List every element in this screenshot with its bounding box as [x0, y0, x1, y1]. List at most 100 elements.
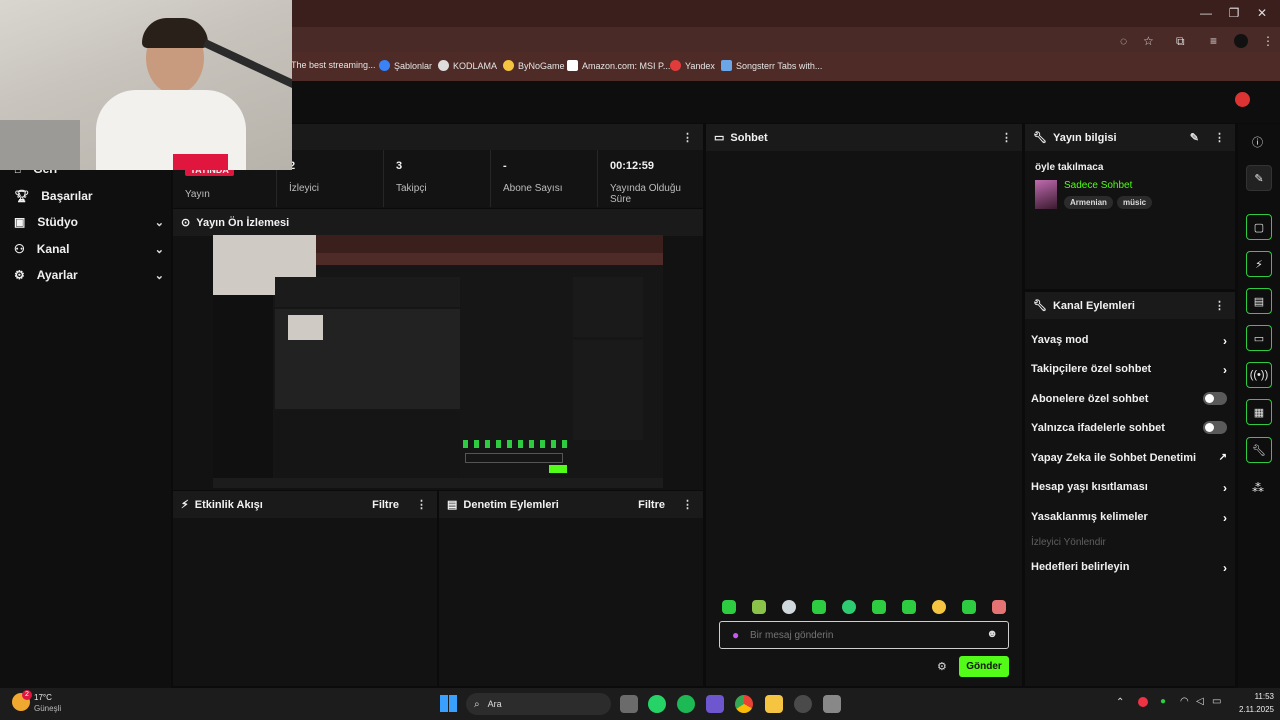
document-icon[interactable]: ▤ [1246, 288, 1272, 314]
tray-chevron-up-icon[interactable]: ⌃ [1116, 697, 1124, 708]
action-ai-moderation[interactable]: Yapay Zeka ile Sohbet Denetimi ↗ [1031, 452, 1227, 464]
weather-desc: Güneşli [34, 704, 62, 713]
tag-chip[interactable]: Armenian [1064, 196, 1113, 209]
emote-only-toggle[interactable] [1203, 421, 1227, 434]
sidebar-item-studio[interactable]: ▣ Stüdyo ⌄ [14, 215, 164, 229]
emote-icon[interactable] [842, 600, 856, 614]
maximize-icon[interactable]: ❐ [1224, 6, 1244, 20]
info-icon[interactable]: ⓘ [1252, 134, 1263, 150]
bolt-icon[interactable]: ⚡︎ [1246, 251, 1272, 277]
category-thumbnail[interactable] [1035, 180, 1057, 209]
file-explorer-icon[interactable] [765, 695, 783, 713]
clock-time[interactable]: 11:53 [1234, 692, 1274, 701]
subscribers-only-toggle[interactable] [1203, 392, 1227, 405]
sidebar-item-channel[interactable]: ⚇ Kanal ⌄ [14, 242, 164, 256]
activity-feed-header: ⚡︎ Etkinlik Akışı Filtre ⋮ [173, 491, 437, 518]
bookmark-item[interactable]: Songsterr Tabs with... [721, 60, 822, 71]
action-host-viewers: İzleyici Yönlendir [1031, 537, 1106, 548]
battery-icon[interactable]: ▭ [1212, 696, 1221, 707]
moderation-filter-button[interactable]: Filtre [638, 499, 665, 511]
chat-bubble-icon[interactable]: ▭ [1246, 325, 1272, 351]
kebab-menu-icon[interactable]: ⋮ [682, 131, 693, 144]
whatsapp-icon[interactable] [648, 695, 666, 713]
send-button[interactable]: Gönder [959, 656, 1009, 677]
bookmark-item[interactable]: Yandex [670, 60, 715, 71]
windows-start-icon[interactable] [440, 695, 457, 712]
sidebar-item-settings[interactable]: ⚙ Ayarlar ⌄ [14, 268, 164, 282]
action-slow-mode[interactable]: Yavaş mod › [1031, 334, 1227, 348]
trophy-icon: 🏆︎ [14, 189, 30, 203]
edit-layout-icon[interactable]: ✎ [1246, 165, 1272, 191]
media-icon[interactable]: ≡ [1210, 34, 1217, 48]
emote-icon[interactable] [782, 600, 796, 614]
action-emote-only[interactable]: Yalnızca ifadelerle sohbet [1031, 421, 1227, 434]
bookmark-item[interactable]: KODLAMA [438, 60, 497, 71]
action-account-age[interactable]: Hesap yaşı kısıtlaması › [1031, 481, 1227, 495]
emote-icon[interactable] [812, 600, 826, 614]
microphone-icon[interactable]: ● [732, 628, 739, 642]
eye-off-icon[interactable]: ◌ [1120, 34, 1127, 48]
task-view-icon[interactable] [620, 695, 638, 713]
tray-microphone-icon[interactable]: ● [1160, 696, 1166, 707]
bookmark-item[interactable]: Şablonlar [379, 60, 432, 71]
chrome-icon[interactable] [735, 695, 753, 713]
browser-menu-icon[interactable]: ⋮ [1262, 34, 1274, 48]
kebab-menu-icon[interactable]: ⋮ [1214, 299, 1225, 312]
chat-settings-gear-icon[interactable]: ⚙ [937, 660, 947, 673]
bookmark-item[interactable]: Amazon.com: MSI P... [567, 60, 670, 71]
tray-app-icon[interactable] [1138, 697, 1148, 707]
profile-avatar[interactable] [1234, 34, 1248, 48]
taskbar-search[interactable]: ⌕ Ara [466, 693, 611, 715]
spotify-icon[interactable] [677, 695, 695, 713]
stream-category[interactable]: Sadece Sohbet [1064, 180, 1132, 191]
emote-icon[interactable] [752, 600, 766, 614]
broadcast-icon[interactable]: ((•)) [1246, 362, 1272, 388]
wifi-icon[interactable]: ◠ [1180, 696, 1189, 707]
wrench-icon[interactable]: 🔧︎ [1246, 437, 1272, 463]
emote-icon[interactable] [932, 600, 946, 614]
weather-badge: 2 [22, 690, 32, 700]
chat-input-box[interactable]: ● ☻ [719, 621, 1009, 649]
bookmark-item[interactable]: ByNoGame [503, 60, 565, 71]
emote-icon[interactable] [722, 600, 736, 614]
weather-temp: 17°C [34, 693, 52, 702]
app-icon[interactable] [706, 695, 724, 713]
stream-preview-video[interactable] [213, 235, 663, 488]
scan-icon[interactable]: ▢ [1246, 214, 1272, 240]
emote-icon[interactable] [992, 600, 1006, 614]
sidebar-item-achievements[interactable]: 🏆︎ Başarılar [14, 189, 164, 203]
tag-chip[interactable]: müsic [1117, 196, 1153, 209]
action-subscribers-only[interactable]: Abonelere özel sohbet [1031, 392, 1227, 405]
bookmark-item[interactable]: The best streaming... [291, 60, 376, 70]
emoji-icon[interactable]: ☻ [986, 628, 998, 640]
action-banned-words[interactable]: Yasaklanmış kelimeler › [1031, 511, 1227, 525]
action-set-goals[interactable]: Hedefleri belirleyin › [1031, 561, 1227, 575]
wrench-icon: 🔧︎ [1033, 132, 1047, 144]
moderation-header: ▤ Denetim Eylemleri Filtre ⋮ [439, 491, 703, 518]
wrench-icon: 🔧︎ [1033, 300, 1047, 312]
minimize-icon[interactable]: — [1196, 6, 1216, 20]
edit-pencil-icon[interactable]: ✎ [1190, 131, 1199, 144]
activity-filter-button[interactable]: Filtre [372, 499, 399, 511]
bookmark-star-icon[interactable]: ☆ [1143, 34, 1154, 48]
app-icon[interactable] [823, 695, 841, 713]
chat-header: ▭ Sohbet ⋮ [706, 124, 1022, 151]
volume-icon[interactable]: ◁ [1196, 696, 1204, 707]
user-avatar[interactable] [1235, 92, 1250, 107]
close-icon[interactable]: ✕ [1252, 6, 1272, 20]
sidebar [0, 123, 171, 688]
action-followers-only[interactable]: Takipçilere özel sohbet › [1031, 363, 1227, 377]
obs-icon[interactable] [794, 695, 812, 713]
kebab-menu-icon[interactable]: ⋮ [1001, 131, 1012, 144]
kebab-menu-icon[interactable]: ⋮ [416, 498, 427, 511]
kebab-menu-icon[interactable]: ⋮ [682, 498, 693, 511]
layers-icon[interactable]: ▦ [1246, 399, 1272, 425]
kebab-menu-icon[interactable]: ⋮ [1214, 131, 1225, 144]
extensions-icon[interactable]: ⧉ [1176, 34, 1185, 49]
emote-icon[interactable] [962, 600, 976, 614]
clock-date[interactable]: 2.11.2025 [1228, 705, 1274, 714]
emote-icon[interactable] [902, 600, 916, 614]
chat-message-input[interactable] [750, 627, 970, 643]
widgets-icon[interactable]: ⁂ [1252, 481, 1264, 495]
emote-icon[interactable] [872, 600, 886, 614]
